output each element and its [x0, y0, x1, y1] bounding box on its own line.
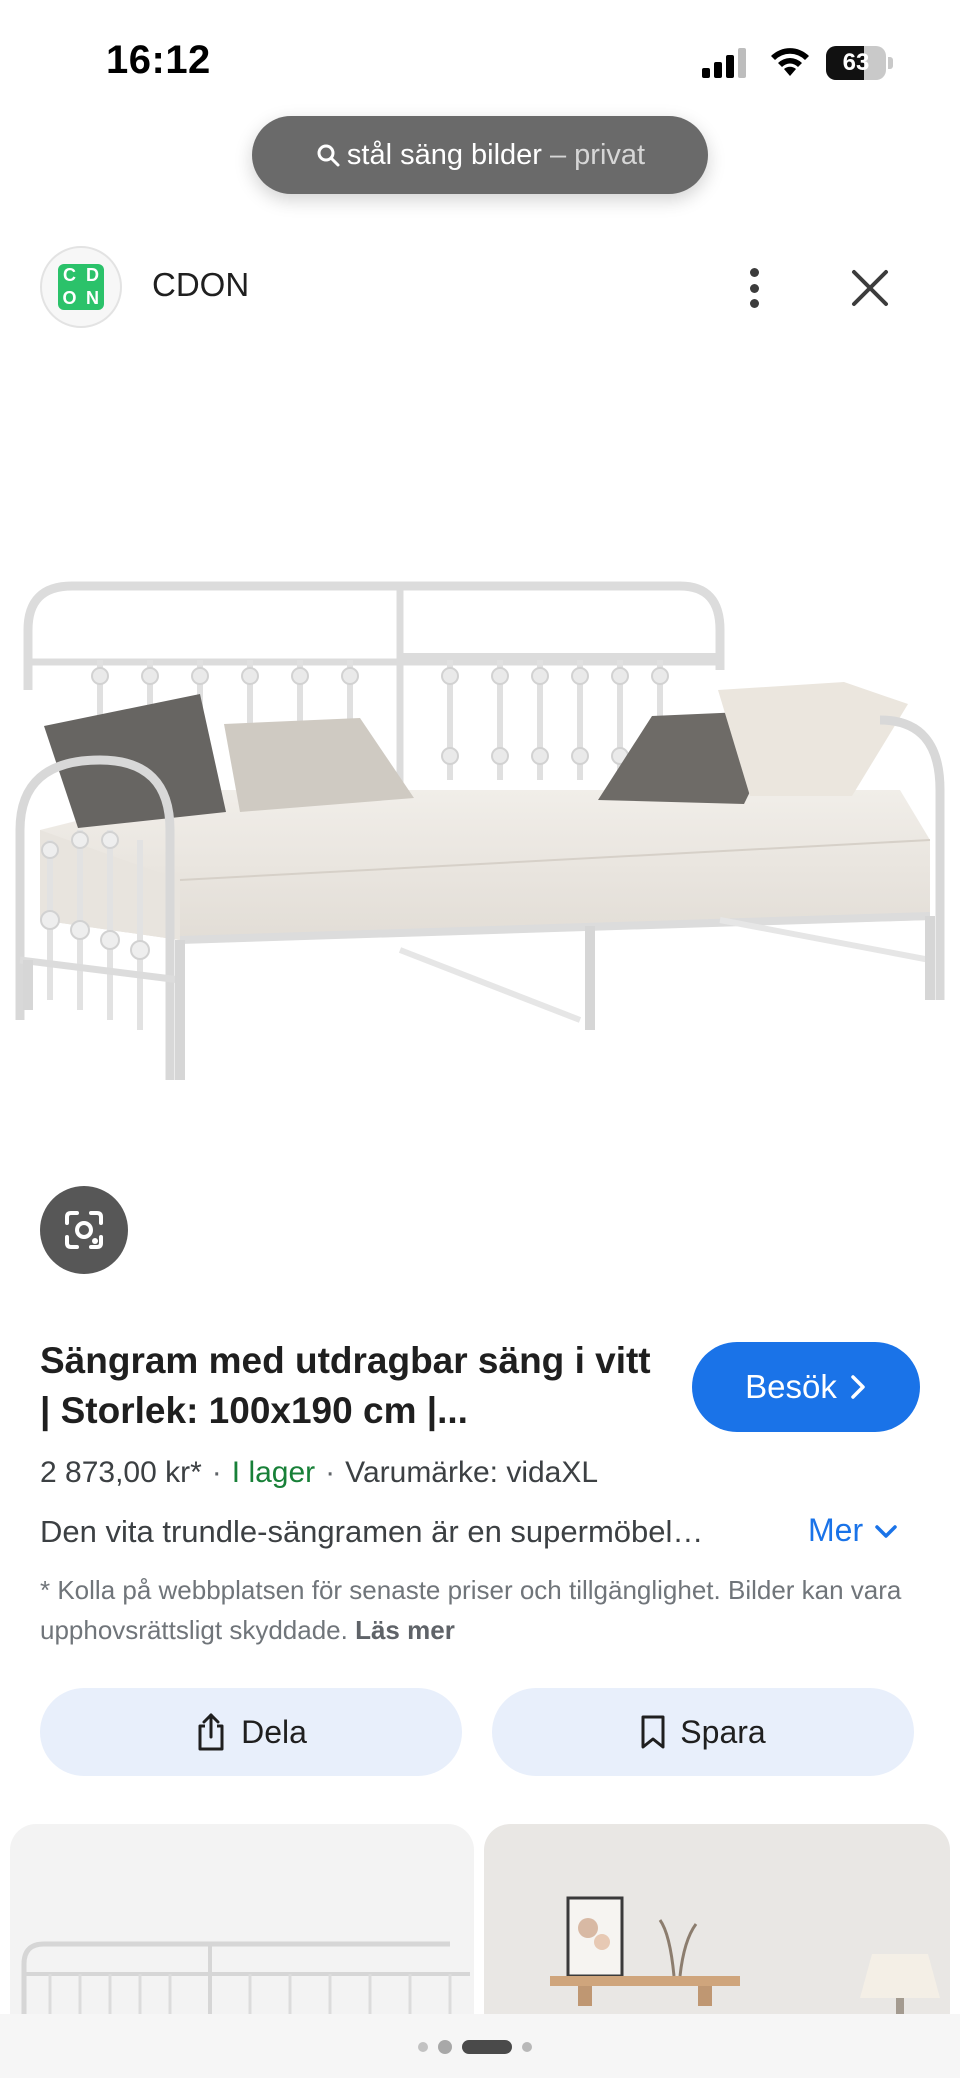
stock-status: I lager: [231, 1456, 316, 1489]
cdon-logo-icon: CD ON: [58, 264, 104, 310]
save-label: Spara: [680, 1713, 766, 1750]
chevron-down-icon: [875, 1524, 897, 1538]
site-logo[interactable]: CD ON: [40, 246, 122, 328]
battery-icon: 63: [826, 46, 896, 80]
bed-frame-thumbnail: [21, 1941, 470, 2014]
product-description: Den vita trundle-sängramen är en supermö…: [40, 1514, 704, 1549]
related-image-1[interactable]: [10, 1824, 474, 2014]
product-image[interactable]: [0, 360, 960, 1200]
close-icon[interactable]: [846, 264, 894, 312]
product-meta: 2 873,00 kr* · I lager · Varumärke: vidaXL: [40, 1456, 599, 1489]
chevron-right-icon: [851, 1375, 865, 1399]
brand: Varumärke: vidaXL: [345, 1456, 599, 1489]
lens-icon: [65, 1211, 103, 1249]
room-thumbnail: [550, 1896, 940, 2014]
visit-button[interactable]: Besök: [692, 1342, 920, 1432]
search-bar[interactable]: stål säng bilder – privat: [252, 116, 708, 194]
product-title[interactable]: Sängram med utdragbar säng i vitt | Stor…: [40, 1336, 660, 1436]
related-image-2[interactable]: [484, 1824, 950, 2014]
site-name[interactable]: CDON: [152, 266, 249, 304]
price: 2 873,00 kr*: [40, 1456, 202, 1489]
disclaimer: * Kolla på webbplatsen för senaste prise…: [40, 1570, 920, 1650]
status-bar: 16:12 63: [0, 0, 960, 110]
cellular-signal-icon: [702, 48, 746, 78]
share-icon: [198, 1713, 224, 1751]
share-button[interactable]: Dela: [40, 1688, 462, 1776]
page-indicator[interactable]: [418, 2040, 532, 2054]
more-label: Mer: [808, 1512, 864, 1548]
read-more-link[interactable]: Läs mer: [355, 1615, 455, 1645]
private-mode-label: – privat: [549, 138, 646, 171]
lens-search-button[interactable]: [40, 1186, 128, 1274]
more-button[interactable]: Mer: [808, 1512, 899, 1549]
more-options-icon[interactable]: [738, 262, 770, 314]
clock-time: 16:12: [106, 38, 211, 82]
search-query: stål säng bilder: [346, 138, 542, 171]
disclaimer-text: * Kolla på webbplatsen för senaste prise…: [40, 1575, 902, 1645]
search-icon: [317, 144, 340, 167]
bookmark-icon: [641, 1715, 665, 1749]
wifi-icon: [771, 48, 809, 76]
share-label: Dela: [241, 1713, 307, 1750]
save-button[interactable]: Spara: [492, 1688, 914, 1776]
visit-label: Besök: [745, 1368, 837, 1405]
battery-level: 63: [842, 49, 870, 76]
